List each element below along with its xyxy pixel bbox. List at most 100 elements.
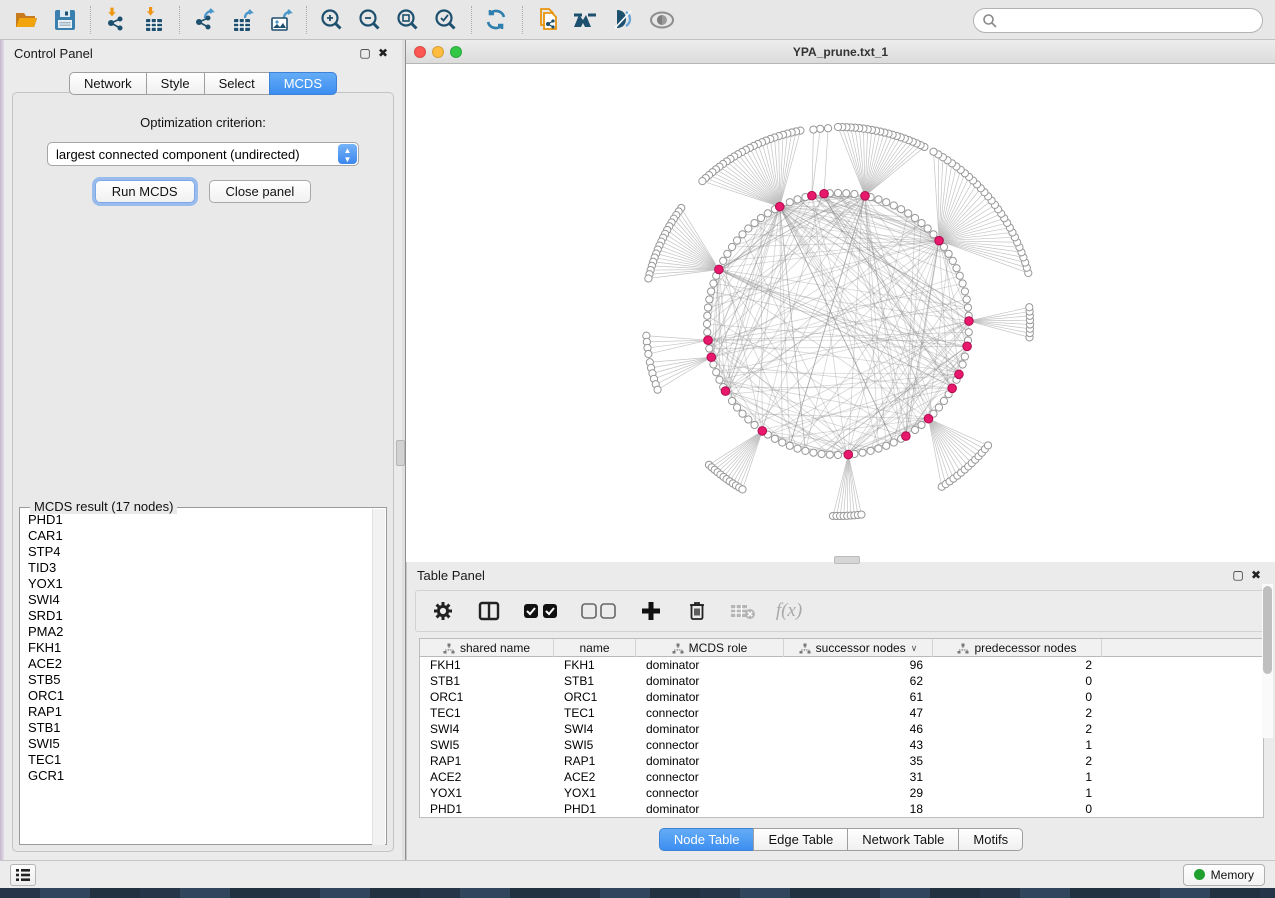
table-row[interactable]: SWI5SWI5connector431 bbox=[420, 737, 1263, 753]
refresh-icon[interactable] bbox=[478, 4, 516, 36]
table-row[interactable]: TEC1TEC1connector472 bbox=[420, 705, 1263, 721]
tab-motifs[interactable]: Motifs bbox=[958, 828, 1023, 851]
close-panel-icon[interactable]: ✖ bbox=[1247, 567, 1265, 583]
graph-node[interactable] bbox=[654, 386, 661, 393]
add-column-icon[interactable] bbox=[638, 598, 664, 624]
export-table-icon[interactable] bbox=[224, 4, 262, 36]
graph-hub-node[interactable] bbox=[808, 191, 817, 200]
cell-MCDS-role[interactable]: dominator bbox=[636, 802, 784, 816]
graph-node[interactable] bbox=[890, 202, 897, 209]
table-scrollbar[interactable] bbox=[1262, 584, 1273, 738]
cell-shared-name[interactable]: SWI4 bbox=[420, 722, 554, 736]
cell-name[interactable]: STB1 bbox=[554, 674, 636, 688]
search-input[interactable] bbox=[998, 11, 1262, 31]
graph-node[interactable] bbox=[965, 329, 972, 336]
graph-node[interactable] bbox=[757, 214, 764, 221]
cell-predecessor-nodes[interactable]: 0 bbox=[933, 674, 1102, 688]
graph-hub-node[interactable] bbox=[758, 427, 767, 436]
close-panel-button[interactable]: Close panel bbox=[209, 180, 312, 203]
cell-name[interactable]: FKH1 bbox=[554, 658, 636, 672]
cell-successor-nodes[interactable]: 18 bbox=[784, 802, 933, 816]
cell-shared-name[interactable]: YOX1 bbox=[420, 786, 554, 800]
graph-node[interactable] bbox=[771, 435, 778, 442]
cell-name[interactable]: ACE2 bbox=[554, 770, 636, 784]
cell-successor-nodes[interactable]: 96 bbox=[784, 658, 933, 672]
mcds-node-item[interactable]: FKH1 bbox=[28, 640, 370, 656]
close-panel-icon[interactable]: ✖ bbox=[374, 45, 392, 61]
graph-node[interactable] bbox=[779, 439, 786, 446]
mcds-node-item[interactable]: STP4 bbox=[28, 544, 370, 560]
graph-node[interactable] bbox=[883, 199, 890, 206]
graph-node[interactable] bbox=[959, 280, 966, 287]
graph-node[interactable] bbox=[745, 225, 752, 232]
tab-node-table[interactable]: Node Table bbox=[659, 828, 754, 851]
cell-successor-nodes[interactable]: 62 bbox=[784, 674, 933, 688]
show-graphics-icon[interactable] bbox=[643, 4, 681, 36]
graph-node[interactable] bbox=[733, 404, 740, 411]
graph-hub-node[interactable] bbox=[704, 336, 713, 345]
zoom-out-icon[interactable] bbox=[351, 4, 389, 36]
graph-hub-node[interactable] bbox=[965, 317, 974, 326]
export-image-icon[interactable] bbox=[262, 4, 300, 36]
cell-name[interactable]: SWI4 bbox=[554, 722, 636, 736]
graph-node[interactable] bbox=[724, 250, 731, 257]
graph-node[interactable] bbox=[704, 329, 711, 336]
graph-node[interactable] bbox=[843, 190, 850, 197]
cell-MCDS-role[interactable]: connector bbox=[636, 786, 784, 800]
graph-node[interactable] bbox=[930, 231, 937, 238]
graph-node[interactable] bbox=[963, 296, 970, 303]
cell-MCDS-role[interactable]: connector bbox=[636, 770, 784, 784]
graph-node[interactable] bbox=[699, 178, 706, 185]
import-network-icon[interactable] bbox=[97, 4, 135, 36]
open-file-icon[interactable] bbox=[8, 4, 46, 36]
mcds-node-item[interactable]: TID3 bbox=[28, 560, 370, 576]
cell-predecessor-nodes[interactable]: 2 bbox=[933, 706, 1102, 720]
cell-predecessor-nodes[interactable]: 1 bbox=[933, 738, 1102, 752]
cell-predecessor-nodes[interactable]: 2 bbox=[933, 722, 1102, 736]
cell-shared-name[interactable]: ORC1 bbox=[420, 690, 554, 704]
mcds-node-item[interactable]: STB5 bbox=[28, 672, 370, 688]
graph-node[interactable] bbox=[834, 451, 841, 458]
table-row[interactable]: SWI4SWI4dominator462 bbox=[420, 721, 1263, 737]
mcds-node-item[interactable]: YOX1 bbox=[28, 576, 370, 592]
graph-node[interactable] bbox=[834, 189, 841, 196]
splitter-handle[interactable] bbox=[834, 556, 860, 564]
graph-node[interactable] bbox=[728, 243, 735, 250]
float-panel-icon[interactable]: ▢ bbox=[356, 45, 374, 61]
zoom-in-icon[interactable] bbox=[313, 4, 351, 36]
graph-node[interactable] bbox=[739, 486, 746, 493]
split-columns-icon[interactable] bbox=[476, 598, 502, 624]
cell-name[interactable]: YOX1 bbox=[554, 786, 636, 800]
graph-hub-node[interactable] bbox=[844, 450, 853, 459]
column-header-name[interactable]: name bbox=[554, 639, 636, 657]
graph-node[interactable] bbox=[810, 126, 817, 133]
cell-MCDS-role[interactable]: connector bbox=[636, 738, 784, 752]
graph-hub-node[interactable] bbox=[775, 202, 784, 211]
graph-node[interactable] bbox=[751, 219, 758, 226]
save-session-icon[interactable] bbox=[46, 4, 84, 36]
graph-node[interactable] bbox=[959, 361, 966, 368]
gear-icon[interactable] bbox=[430, 598, 456, 624]
scrollbar-thumb[interactable] bbox=[1263, 586, 1272, 674]
mcds-node-item[interactable]: RAP1 bbox=[28, 704, 370, 720]
graph-node[interactable] bbox=[1026, 304, 1033, 311]
graph-node[interactable] bbox=[810, 449, 817, 456]
cell-successor-nodes[interactable]: 61 bbox=[784, 690, 933, 704]
graph-node[interactable] bbox=[911, 426, 918, 433]
graph-node[interactable] bbox=[918, 421, 925, 428]
graph-node[interactable] bbox=[720, 257, 727, 264]
graph-hub-node[interactable] bbox=[948, 384, 957, 393]
mcds-list-scrollbar[interactable] bbox=[372, 509, 385, 845]
graph-node[interactable] bbox=[745, 416, 752, 423]
graph-node[interactable] bbox=[949, 257, 956, 264]
mcds-node-item[interactable]: CAR1 bbox=[28, 528, 370, 544]
select-all-icon[interactable] bbox=[522, 598, 560, 624]
graph-node[interactable] bbox=[802, 447, 809, 454]
mcds-node-item[interactable]: PMA2 bbox=[28, 624, 370, 640]
graph-node[interactable] bbox=[875, 445, 882, 452]
run-mcds-button[interactable]: Run MCDS bbox=[95, 180, 195, 203]
tab-network[interactable]: Network bbox=[69, 72, 146, 95]
graph-hub-node[interactable] bbox=[924, 414, 933, 423]
graph-node[interactable] bbox=[883, 442, 890, 449]
graph-node[interactable] bbox=[924, 225, 931, 232]
